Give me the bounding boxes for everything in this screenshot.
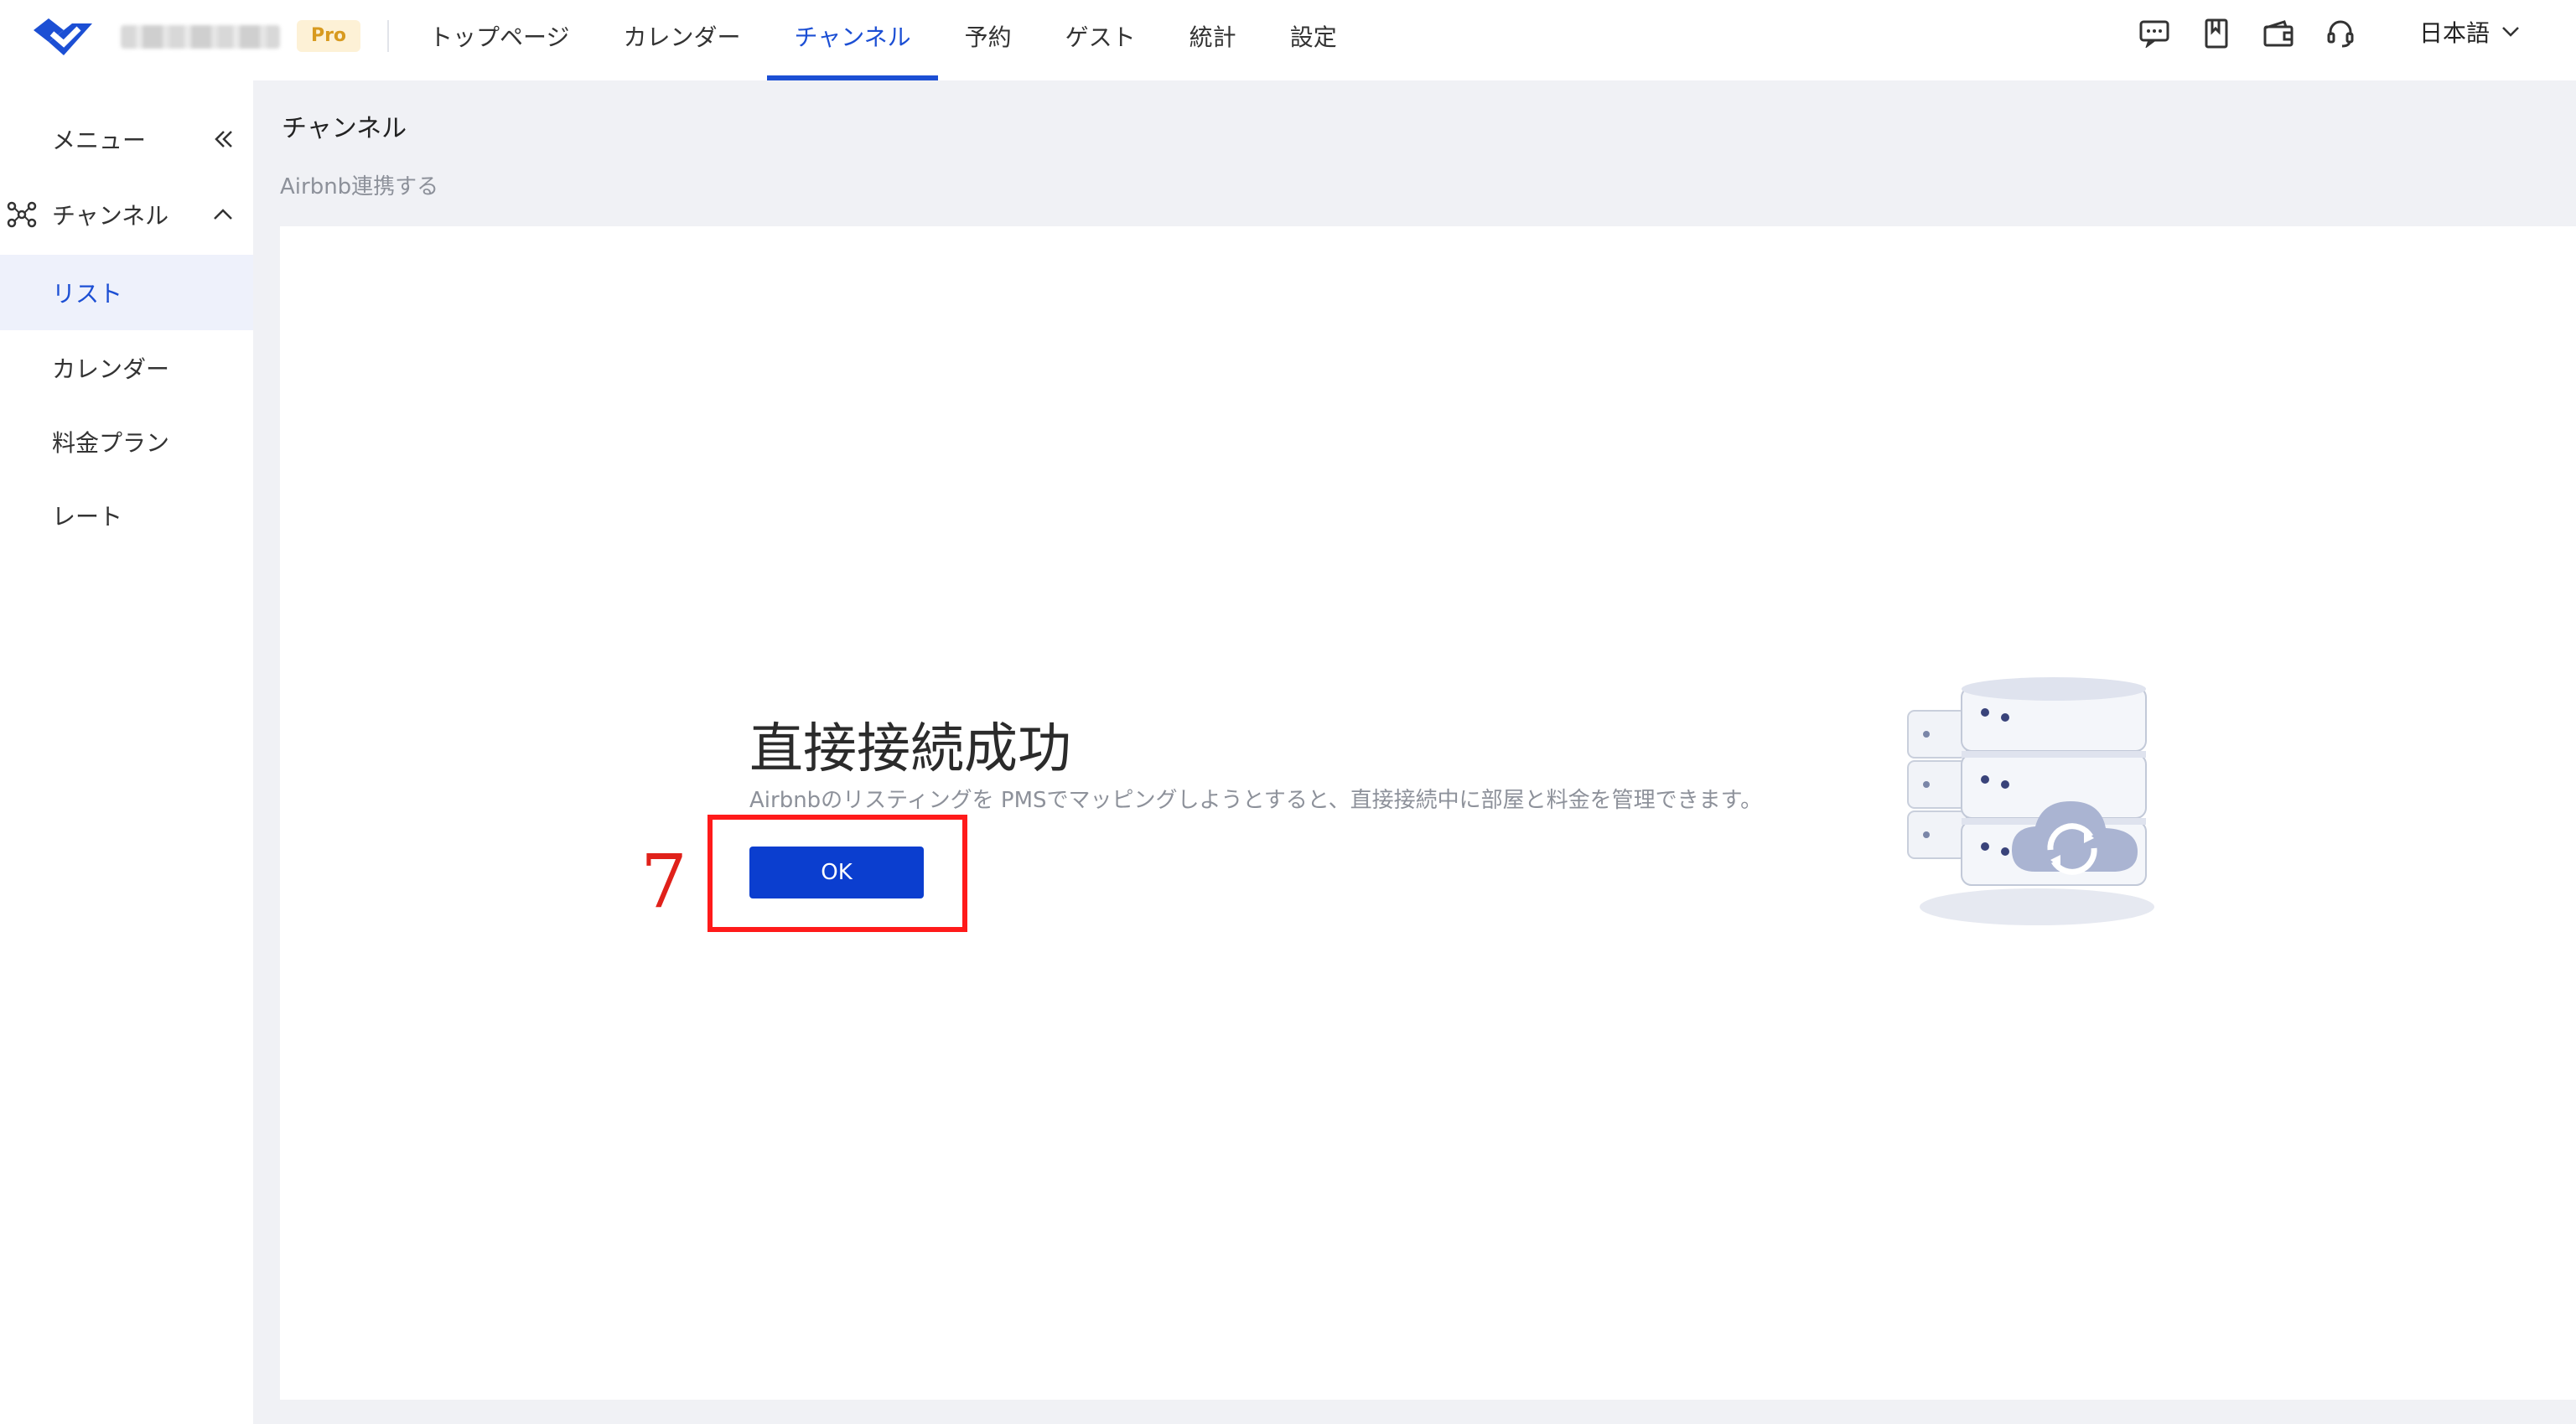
sidebar: メニュー チャンネル リスト カレンダー 料金プラン レート <box>0 80 253 1424</box>
sidebar-item-label: リスト <box>52 280 123 308</box>
breadcrumb: Airbnb連携する <box>280 174 439 199</box>
bookmark-icon[interactable] <box>2200 17 2233 50</box>
header-icon-group <box>2138 17 2357 50</box>
language-label: 日本語 <box>2419 19 2490 47</box>
channel-network-icon <box>7 201 37 228</box>
server-cloud-sync-illustration <box>1907 677 2154 925</box>
page-title: チャンネル <box>282 114 407 143</box>
sidebar-item-rate-plan[interactable]: 料金プラン <box>0 404 253 479</box>
language-selector[interactable]: 日本語 <box>2419 15 2520 49</box>
top-navigation: トップページ カレンダー チャンネル 予約 ゲスト 統計 設定 <box>402 0 1364 80</box>
nav-reservation[interactable]: 予約 <box>938 0 1039 80</box>
message-icon[interactable] <box>2138 17 2171 50</box>
nav-settings[interactable]: 設定 <box>1263 0 1364 80</box>
nav-guest[interactable]: ゲスト <box>1039 0 1163 80</box>
chevron-up-icon <box>214 209 232 220</box>
annotation-step-number: 7 <box>640 838 687 924</box>
wallet-icon[interactable] <box>2262 17 2295 50</box>
account-name-blurred <box>121 25 280 49</box>
plan-badge: Pro <box>297 20 360 52</box>
nav-channel[interactable]: チャンネル <box>767 0 938 80</box>
sidebar-group-channel[interactable]: チャンネル <box>0 181 253 248</box>
sidebar-menu-label: メニュー <box>52 127 147 154</box>
nav-top-page[interactable]: トップページ <box>402 0 596 80</box>
top-bar: Pro トップページ カレンダー チャンネル 予約 ゲスト 統計 設定 日本語 <box>0 0 2576 80</box>
headset-icon[interactable] <box>2324 17 2357 50</box>
app-logo-icon[interactable] <box>30 12 97 62</box>
annotation-highlight-box <box>707 815 967 932</box>
sidebar-item-label: カレンダー <box>52 355 170 383</box>
success-description: Airbnbのリスティングを PMSでマッピングしようとすると、直接接続中に部屋… <box>749 788 1763 813</box>
sidebar-item-rate[interactable]: レート <box>0 478 253 553</box>
sidebar-menu-header: メニュー <box>0 106 253 173</box>
chevron-down-icon <box>2502 27 2519 37</box>
sidebar-item-label: 料金プラン <box>52 429 170 457</box>
header-divider <box>387 20 389 52</box>
collapse-sidebar-icon[interactable] <box>213 128 235 150</box>
success-title: 直接接続成功 <box>749 718 1071 780</box>
sidebar-item-list[interactable]: リスト <box>0 255 253 330</box>
nav-statistics[interactable]: 統計 <box>1163 0 1263 80</box>
sidebar-item-calendar[interactable]: カレンダー <box>0 330 253 406</box>
sidebar-item-label: レート <box>52 503 123 531</box>
nav-calendar[interactable]: カレンダー <box>596 0 767 80</box>
sidebar-group-label: チャンネル <box>52 202 169 230</box>
